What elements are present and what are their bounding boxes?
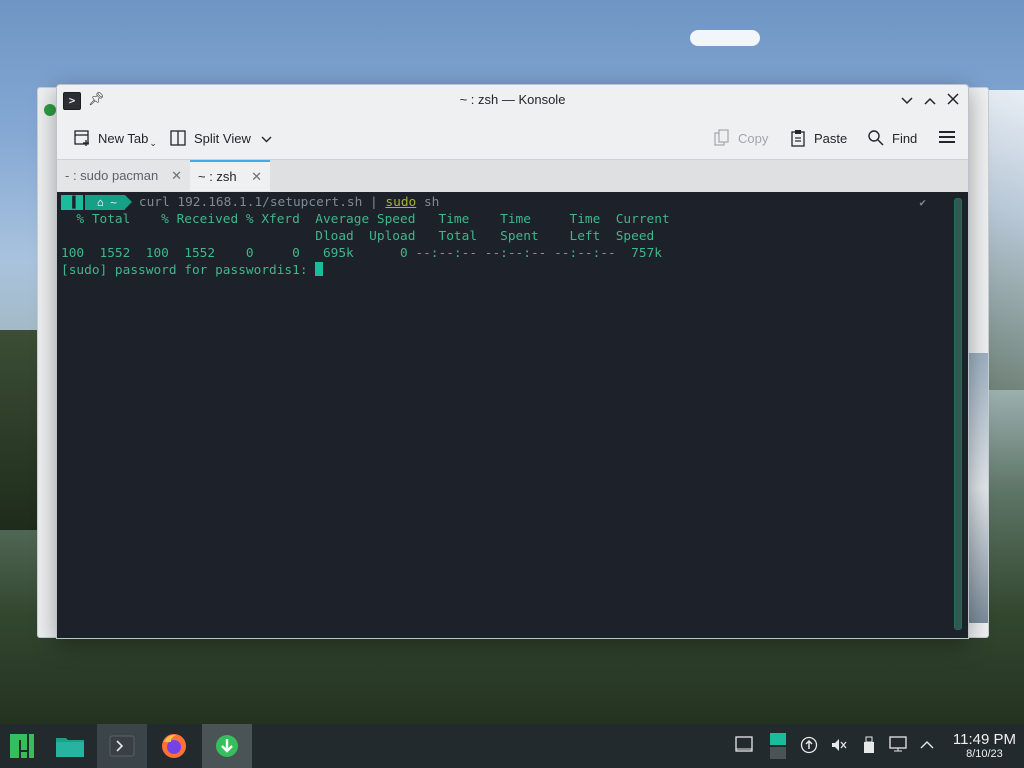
application-launcher[interactable] xyxy=(0,724,44,768)
new-tab-dropdown-icon[interactable]: ⌄ xyxy=(149,138,157,149)
search-icon xyxy=(867,129,885,147)
maximize-button[interactable] xyxy=(921,91,939,109)
command-line: curl 192.168.1.1/setupcert.sh | sudo sh xyxy=(138,195,440,210)
cloud xyxy=(690,30,760,46)
manjaro-logo-icon: ▐ xyxy=(61,195,83,210)
background-window-content xyxy=(968,353,988,623)
titlebar[interactable]: > 📌︎ ~ : zsh — Konsole xyxy=(57,85,968,115)
menu-icon[interactable] xyxy=(939,131,955,143)
terminal-icon xyxy=(109,735,135,757)
tab-sudo-pacman[interactable]: - : sudo pacman ✕ xyxy=(57,160,190,191)
taskbar-firefox[interactable] xyxy=(152,724,196,768)
tab-label: - : sudo pacman xyxy=(65,168,159,183)
output-line: % Total % Received % Xferd Average Speed… xyxy=(61,212,670,227)
prompt-path: ~ xyxy=(110,196,117,209)
manjaro-icon xyxy=(10,734,34,758)
konsole-window[interactable]: > 📌︎ ~ : zsh — Konsole New Tab ⌄ Split V… xyxy=(56,84,969,639)
tab-label: ~ : zsh xyxy=(198,169,237,184)
text-cursor xyxy=(315,262,324,276)
taskbar-file-manager[interactable] xyxy=(48,724,92,768)
tab-zsh[interactable]: ~ : zsh ✕ xyxy=(190,160,270,191)
paste-icon xyxy=(789,129,807,147)
find-label: Find xyxy=(892,130,918,146)
show-desktop-icon[interactable] xyxy=(734,736,754,756)
usb-device-icon[interactable] xyxy=(859,736,879,756)
scrollbar[interactable] xyxy=(954,198,962,630)
new-tab-button[interactable]: New Tab ⌄ xyxy=(73,127,157,149)
new-tab-icon xyxy=(73,129,91,147)
split-view-button[interactable]: Split View xyxy=(169,127,272,149)
taskbar-update-manager[interactable] xyxy=(202,724,252,768)
app-icon xyxy=(44,104,56,116)
copy-icon xyxy=(713,129,731,147)
split-view-label: Split View xyxy=(194,130,251,146)
split-view-icon xyxy=(169,129,187,147)
update-notifier-icon[interactable] xyxy=(799,736,819,756)
output-line: Dload Upload Total Spent Left Speed xyxy=(61,229,655,244)
network-icon[interactable] xyxy=(888,736,908,756)
close-tab-icon[interactable]: ✕ xyxy=(251,169,262,185)
taskbar: 11:49 PM 8/10/23 xyxy=(0,724,1024,768)
paste-button[interactable]: Paste xyxy=(789,127,847,149)
find-button[interactable]: Find xyxy=(867,127,917,149)
prompt-path-segment: ⌂ ~ xyxy=(85,195,132,210)
tray-expand-icon[interactable] xyxy=(917,736,937,756)
clock-date: 8/10/23 xyxy=(966,748,1003,760)
copy-button[interactable]: Copy xyxy=(713,127,768,149)
new-tab-label: New Tab xyxy=(98,130,149,146)
paste-label: Paste xyxy=(814,130,848,146)
check-icon: ✔ xyxy=(919,196,926,209)
output-line: 100 1552 100 1552 0 0 695k 0 --:--:-- --… xyxy=(61,246,662,261)
tab-bar: - : sudo pacman ✕ ~ : zsh ✕ xyxy=(57,159,968,192)
password-prompt-line: [sudo] password for passwordis1: xyxy=(61,262,324,279)
volume-muted-icon[interactable] xyxy=(829,736,849,756)
home-icon: ⌂ xyxy=(97,196,104,209)
toolbar: New Tab ⌄ Split View Copy Paste Find xyxy=(57,115,968,159)
copy-label: Copy xyxy=(738,130,769,146)
shell-prompt: ▐ ⌂ ~ curl 192.168.1.1/setupcert.sh | su… xyxy=(61,195,439,210)
pager-icon[interactable] xyxy=(768,732,788,760)
firefox-icon xyxy=(162,734,186,758)
clock-time: 11:49 PM xyxy=(952,731,1016,748)
taskbar-konsole[interactable] xyxy=(97,724,147,768)
terminal-area[interactable]: ▐ ⌂ ~ curl 192.168.1.1/setupcert.sh | su… xyxy=(57,192,968,638)
download-icon xyxy=(216,735,238,757)
chevron-down-icon[interactable] xyxy=(261,131,272,146)
minimize-button[interactable] xyxy=(898,91,916,109)
close-tab-icon[interactable]: ✕ xyxy=(171,168,182,184)
close-button[interactable] xyxy=(944,91,962,109)
digital-clock[interactable]: 11:49 PM 8/10/23 xyxy=(952,731,1016,761)
window-title: ~ : zsh — Konsole xyxy=(459,92,566,107)
folder-icon xyxy=(56,738,84,757)
background-tree xyxy=(0,330,40,530)
